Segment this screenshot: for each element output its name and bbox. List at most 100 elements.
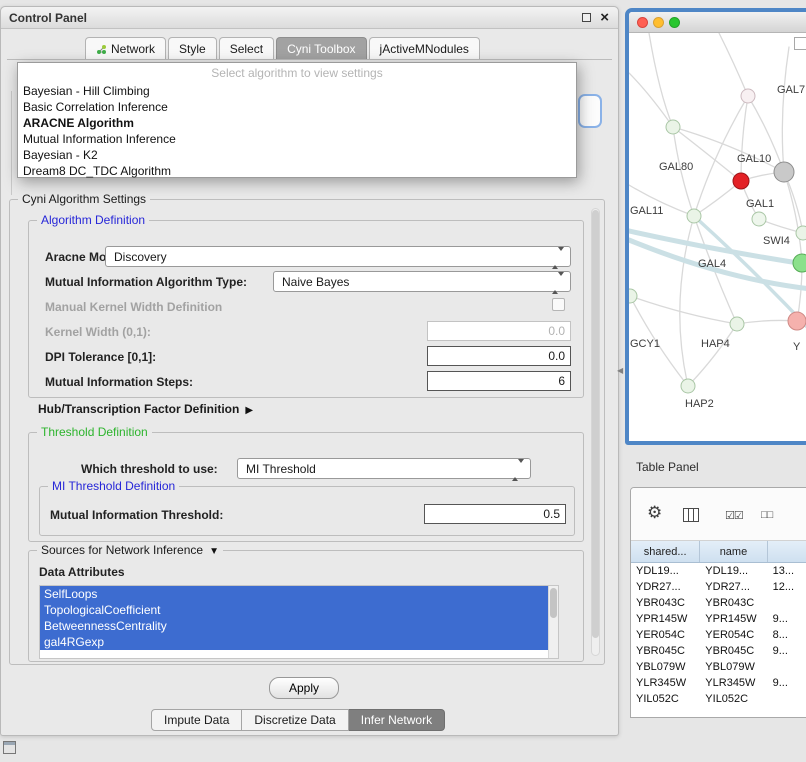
data-attributes-label: Data Attributes: [39, 565, 125, 579]
algorithm-option[interactable]: Dream8 DC_TDC Algorithm: [18, 163, 576, 179]
network-node[interactable]: [681, 379, 695, 393]
network-canvas[interactable]: GAL80GAL10GAL11GAL1SWI4GAL4GCY1HAP4HAP2G…: [629, 33, 806, 441]
table-row[interactable]: YER054CYER054C8...: [631, 627, 806, 643]
network-node[interactable]: [629, 289, 637, 303]
algorithm-option-list: Bayesian - Hill ClimbingBasic Correlatio…: [18, 83, 576, 179]
tab-style[interactable]: Style: [168, 37, 217, 60]
table-row[interactable]: YDL19...YDL19...13...: [631, 563, 806, 579]
table-cell: YIL052C: [631, 693, 700, 705]
table-row[interactable]: YPR145WYPR145W9...: [631, 611, 806, 627]
network-node[interactable]: [774, 162, 794, 182]
network-node[interactable]: [733, 173, 749, 189]
algorithm-option[interactable]: ARACNE Algorithm: [18, 115, 576, 131]
sources-group-title[interactable]: Sources for Network Inference▼: [37, 543, 223, 557]
bottom-tab-impute-data[interactable]: Impute Data: [151, 709, 242, 731]
table-body: YDL19...YDL19...13...YDR27...YDR27...12.…: [631, 563, 806, 707]
minimized-panel-icon[interactable]: [3, 741, 16, 754]
apply-button[interactable]: Apply: [269, 677, 339, 699]
splitter-arrow-icon[interactable]: ◀: [617, 366, 623, 375]
close-icon[interactable]: ×: [600, 9, 609, 27]
table-cell: YIL052C: [700, 693, 767, 705]
column-header-shared-name[interactable]: shared...: [631, 541, 700, 562]
network-node[interactable]: [741, 89, 755, 103]
close-traffic-light[interactable]: [637, 17, 648, 28]
column-header-extra[interactable]: [768, 541, 806, 562]
settings-group-title: Cyni Algorithm Settings: [18, 192, 150, 206]
float-window-icon[interactable]: [582, 13, 591, 22]
threshold-definition-group: Threshold Definition Which threshold to …: [28, 432, 584, 542]
attributes-scrollbar-thumb[interactable]: [550, 588, 557, 618]
hub-definition-toggle[interactable]: Hub/Transcription Factor Definition▶: [38, 402, 253, 416]
settings-scrollbar[interactable]: [591, 208, 600, 656]
attribute-item[interactable]: TopologicalCoefficient: [40, 602, 549, 618]
table-row[interactable]: YLR345WYLR345W9...: [631, 675, 806, 691]
algorithm-option[interactable]: Bayesian - K2: [18, 147, 576, 163]
tab-select[interactable]: Select: [219, 37, 274, 60]
table-header: shared... name: [631, 541, 806, 563]
network-node[interactable]: [666, 120, 680, 134]
manual-kernel-label: Manual Kernel Width Definition: [45, 300, 222, 314]
table-row[interactable]: YBR043CYBR043C: [631, 595, 806, 611]
network-edge: [629, 73, 673, 127]
minimize-traffic-light[interactable]: [653, 17, 664, 28]
columns-icon[interactable]: [683, 508, 699, 522]
bottom-tab-infer-network[interactable]: Infer Network: [349, 709, 445, 731]
network-node[interactable]: [796, 226, 806, 240]
algorithm-option[interactable]: Bayesian - Hill Climbing: [18, 83, 576, 99]
table-row[interactable]: YDR27...YDR27...12...: [631, 579, 806, 595]
birdseye-toggle[interactable]: [794, 37, 806, 50]
table-cell: YBR045C: [700, 645, 767, 657]
network-node[interactable]: [788, 312, 806, 330]
table-cell: 9...: [768, 677, 806, 689]
table-panel-title: Table Panel: [636, 460, 699, 474]
attribute-item[interactable]: BetweennessCentrality: [40, 618, 549, 634]
mi-type-select[interactable]: Naive Bayes: [273, 271, 571, 292]
tab-label: jActiveMNodules: [380, 42, 469, 56]
attribute-item[interactable]: SelfLoops: [40, 586, 549, 602]
which-threshold-select[interactable]: MI Threshold: [237, 458, 531, 479]
network-view-window: GAL80GAL10GAL11GAL1SWI4GAL4GCY1HAP4HAP2G…: [625, 8, 806, 445]
dpi-tolerance-field[interactable]: 0.0: [427, 346, 571, 366]
tab-cyni-toolbox[interactable]: Cyni Toolbox: [276, 37, 366, 60]
table-cell: YDR27...: [631, 581, 700, 593]
table-row[interactable]: YBR045CYBR045C9...: [631, 643, 806, 659]
network-edge: [719, 33, 748, 96]
mi-threshold-field[interactable]: 0.5: [424, 504, 566, 524]
which-threshold-value: MI Threshold: [246, 461, 316, 478]
attribute-item[interactable]: gal4RGexp: [40, 634, 549, 650]
select-all-columns-icon[interactable]: ☑☑: [725, 509, 743, 522]
bottom-tab-bar: Impute DataDiscretize DataInfer Network: [151, 709, 445, 731]
table-cell: YBR043C: [700, 597, 767, 609]
network-node[interactable]: [793, 254, 806, 272]
network-node[interactable]: [752, 212, 766, 226]
manual-kernel-checkbox[interactable]: [552, 298, 565, 311]
bottom-tab-discretize-data[interactable]: Discretize Data: [242, 709, 348, 731]
aracne-mode-select[interactable]: Discovery: [105, 246, 571, 267]
node-label: Y: [793, 341, 801, 353]
algorithm-option[interactable]: Basic Correlation Inference: [18, 99, 576, 115]
settings-scrollbar-thumb[interactable]: [592, 210, 599, 638]
deselect-all-columns-icon[interactable]: □□: [761, 509, 772, 521]
zoom-traffic-light[interactable]: [669, 17, 680, 28]
attributes-scrollbar[interactable]: [548, 586, 558, 658]
network-edge: [782, 47, 789, 172]
mi-threshold-group: MI Threshold Definition Mutual Informati…: [39, 486, 575, 536]
kernel-width-field[interactable]: 0.0: [427, 321, 571, 341]
kernel-width-label: Kernel Width (0,1):: [45, 325, 151, 339]
tab-network[interactable]: Network: [85, 37, 166, 60]
column-header-name[interactable]: name: [700, 541, 767, 562]
hub-definition-label: Hub/Transcription Factor Definition: [38, 402, 239, 416]
table-row[interactable]: YBL079WYBL079W: [631, 659, 806, 675]
algorithm-option[interactable]: Mutual Information Inference: [18, 131, 576, 147]
network-edge: [649, 33, 673, 127]
mi-steps-label: Mutual Information Steps:: [45, 375, 193, 389]
table-toolbar: ⚙ ☑☑ □□: [631, 488, 806, 541]
network-node[interactable]: [687, 209, 701, 223]
tab-jactivemnodules[interactable]: jActiveMNodules: [369, 37, 480, 60]
mi-steps-field[interactable]: 6: [427, 371, 571, 391]
table-cell: YBR043C: [631, 597, 700, 609]
network-window-titlebar[interactable]: [629, 12, 806, 33]
table-row[interactable]: YIL052CYIL052C: [631, 691, 806, 707]
network-node[interactable]: [730, 317, 744, 331]
gear-icon[interactable]: ⚙: [647, 503, 662, 523]
